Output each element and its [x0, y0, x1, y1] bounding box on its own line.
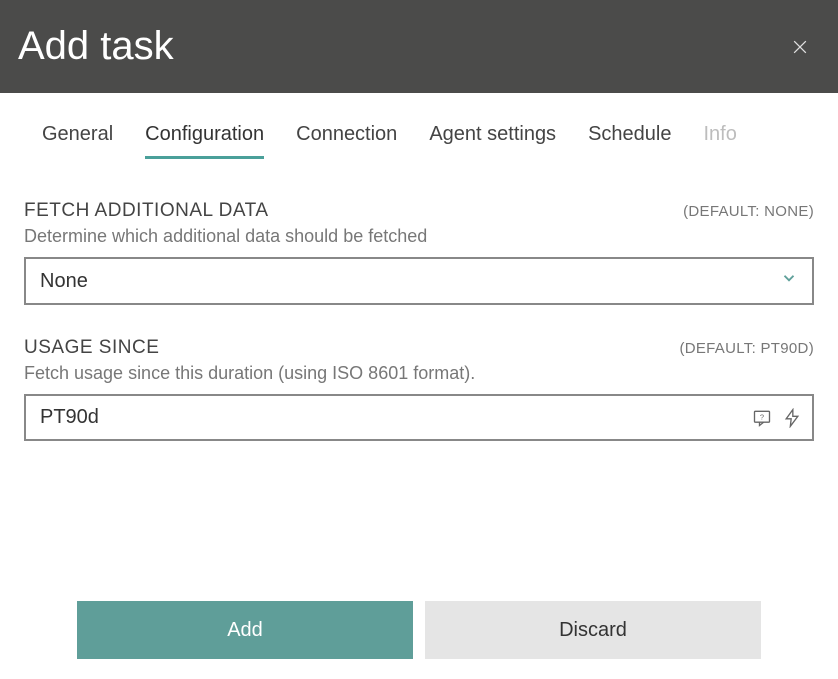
tab-agent-settings[interactable]: Agent settings [429, 115, 556, 159]
chevron-down-icon [780, 269, 798, 293]
tab-schedule[interactable]: Schedule [588, 115, 671, 159]
help-chat-icon[interactable]: ? [752, 408, 772, 428]
tab-bar: General Configuration Connection Agent s… [0, 115, 838, 160]
svg-text:?: ? [760, 412, 764, 421]
dialog-header: Add task [0, 0, 838, 93]
fetch-additional-select[interactable]: None [24, 257, 814, 305]
close-icon[interactable] [790, 37, 810, 57]
field-description: Determine which additional data should b… [24, 226, 814, 247]
discard-button[interactable]: Discard [425, 601, 761, 659]
lightning-icon[interactable] [782, 408, 802, 428]
dialog-footer: Add Discard [0, 601, 838, 659]
field-label: FETCH ADDITIONAL DATA [24, 200, 269, 222]
fetch-additional-select-wrapper: None [24, 257, 814, 305]
add-button[interactable]: Add [77, 601, 413, 659]
tab-info: Info [703, 115, 736, 159]
usage-since-input-wrapper: ? [24, 394, 814, 441]
tab-connection[interactable]: Connection [296, 115, 397, 159]
field-default-hint: (DEFAULT: PT90D) [679, 340, 814, 357]
input-icon-group: ? [752, 408, 812, 428]
dialog-title: Add task [18, 24, 174, 69]
field-fetch-additional-data: FETCH ADDITIONAL DATA (DEFAULT: NONE) De… [24, 200, 814, 305]
field-usage-since: USAGE SINCE (DEFAULT: PT90D) Fetch usage… [24, 337, 814, 441]
field-header: FETCH ADDITIONAL DATA (DEFAULT: NONE) [24, 200, 814, 222]
usage-since-input[interactable] [26, 396, 752, 439]
field-label: USAGE SINCE [24, 337, 159, 359]
field-description: Fetch usage since this duration (using I… [24, 363, 814, 384]
tab-general[interactable]: General [42, 115, 113, 159]
field-header: USAGE SINCE (DEFAULT: PT90D) [24, 337, 814, 359]
field-default-hint: (DEFAULT: NONE) [683, 203, 814, 220]
form-content: FETCH ADDITIONAL DATA (DEFAULT: NONE) De… [0, 160, 838, 441]
tab-configuration[interactable]: Configuration [145, 115, 264, 159]
select-value: None [40, 270, 88, 293]
